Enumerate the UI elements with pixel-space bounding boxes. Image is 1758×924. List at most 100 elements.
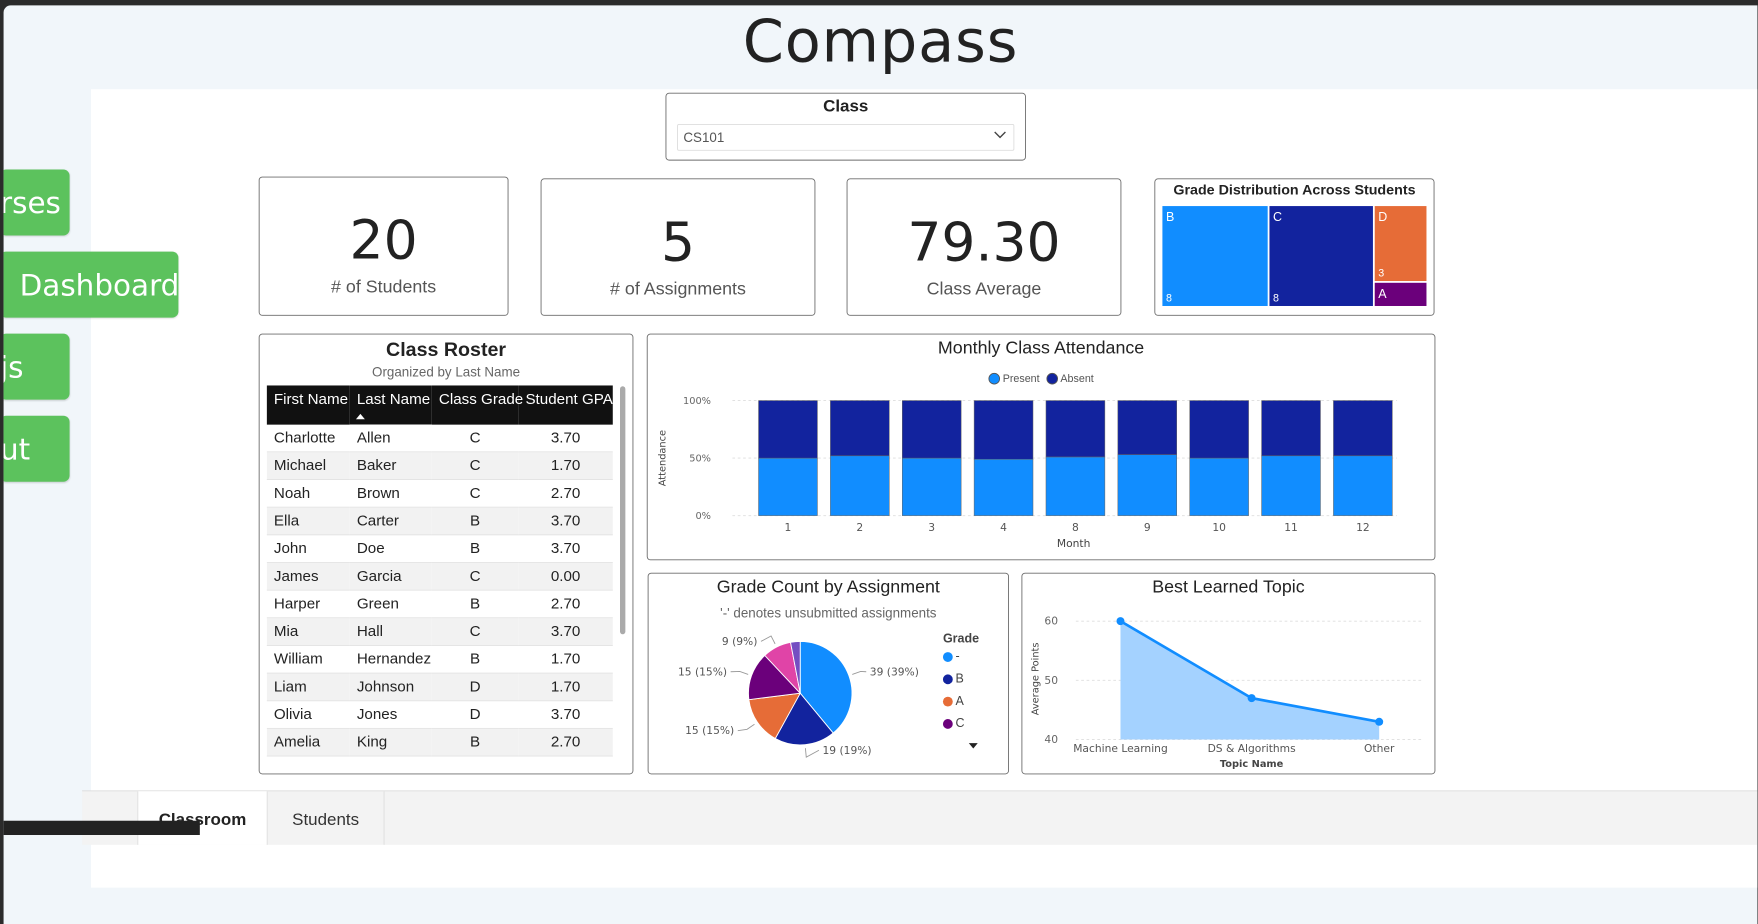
class-filter-title: Class [823,97,869,116]
present-bar [1189,457,1249,516]
table-cell: Hall [349,617,432,646]
app-title: Compass [742,7,1019,76]
pie-leader-line [730,670,749,675]
table-cell: Ava [266,756,350,765]
y-tick-label: 40 [1044,733,1058,746]
best-topic-card: Best Learned Topic 40 50 60 Machine Learnin… [1021,572,1436,775]
pie-leader-line [804,748,820,758]
treemap-cell-a[interactable]: A [1374,282,1427,306]
legend-scroll-down-icon[interactable] [968,738,979,752]
x-tick-label: 8 [1072,521,1079,534]
nav-courses-label: rses [3,185,61,220]
data-point [1247,694,1256,703]
tab-students[interactable]: Students [268,791,385,845]
treemap-cell-d[interactable]: D 3 [1374,206,1427,282]
grade-legend-item[interactable]: - [942,648,979,663]
x-axis-title: Topic Name [1220,759,1284,770]
table-row[interactable]: Olivia Jones D 3.70 [266,700,613,729]
table-cell: D [431,673,519,702]
table-cell: Green [349,590,432,619]
treemap-cell-b-value: 8 [1165,291,1172,305]
table-cell: 1.70 [518,645,613,674]
table-row[interactable]: Mia Hall C 3.70 [266,617,613,646]
table-cell: Harper [266,590,350,619]
students-kpi-card: 20 # of Students [258,176,509,316]
treemap-cell-a-label: A [1378,286,1387,301]
table-cell: 3.70 [518,617,613,646]
roster-col-last-name[interactable]: Last Name [349,385,432,425]
table-cell: 2.70 [518,590,613,619]
table-cell: Lee [349,756,432,765]
students-kpi-value: 20 [349,209,418,273]
table-row[interactable]: Charlotte Allen C 3.70 [266,424,613,453]
taskbar-strip [3,820,200,836]
roster-col-class-grade[interactable]: Class Grade [431,385,523,425]
legend-dot-icon [942,651,953,662]
grade-distribution-card: Grade Distribution Across Students B 8 C… [1154,178,1435,316]
nav-logout-label: ut [4,431,31,467]
y-tick-label: 60 [1044,615,1058,628]
table-cell: 0.00 [518,562,613,591]
table-row[interactable]: Harper Green B 2.70 [266,590,613,619]
treemap-cell-b[interactable]: B 8 [1162,206,1268,306]
roster-subtitle: Organized by Last Name [372,364,521,381]
table-row[interactable]: AvaLeeC2.70 [266,756,613,765]
table-cell: Ella [266,507,350,536]
nav-logout-button[interactable]: ut [3,415,70,482]
assignments-kpi-card: 5 # of Assignments [540,178,816,316]
grade-legend-item[interactable]: C [942,715,979,730]
nav-dashboard-label: Dashboard [19,267,180,302]
absent-bar [1189,400,1249,459]
table-row[interactable]: Noah Brown C 2.70 [266,479,613,508]
grade-legend-label: - [955,648,960,663]
assignments-kpi-value: 5 [660,211,696,274]
grade-legend-item[interactable]: B [942,670,979,686]
present-bar [973,458,1034,516]
table-cell: 2.70 [518,756,613,765]
tab-classroom[interactable]: Classroom [137,791,268,845]
nav-dashboard-button[interactable]: Dashboard [3,251,180,318]
table-cell: Allen [349,424,432,453]
table-row[interactable]: Liam Johnson D 1.70 [266,673,613,702]
treemap-cell-b-label: B [1165,209,1175,224]
class-filter-dropdown[interactable]: CS101 [677,124,1015,151]
absent-bar [1117,400,1177,455]
pie-data-label: 9 (9%) [722,635,758,648]
table-row[interactable]: William Hernandez B 1.70 [266,645,613,674]
average-kpi-value: 79.30 [907,211,1061,274]
treemap-cell-c[interactable]: C 8 [1269,206,1373,306]
table-cell: C [431,424,519,453]
y-axis-title: Attendance [658,430,669,486]
roster-table: First Name Last Name Class Grade Student… [266,385,613,765]
table-cell: C [431,756,519,765]
table-row[interactable]: John Doe B 3.70 [266,534,613,563]
table-row[interactable]: Michael Baker C 1.70 [266,451,613,480]
grade-legend-label: B [955,670,964,686]
table-cell: Doe [349,534,432,563]
grade-legend-item[interactable]: A [942,693,979,707]
table-cell: Mia [266,617,350,646]
table-row[interactable]: James Garcia C 0.00 [266,562,613,591]
roster-col-first-name[interactable]: First Name [266,385,350,425]
pie-data-label: 15 (15%) [678,665,727,678]
roster-scrollbar[interactable] [620,386,626,635]
attendance-chart: 100%50%0%1 2 3 4 8 9 10 11 12MonthAttendance [658,396,1398,550]
table-row[interactable]: Ella Carter B 3.70 [266,507,613,536]
table-cell: 3.70 [518,424,613,453]
x-tick-label: Other [1364,742,1395,755]
y-tick-label: 50 [1044,674,1058,687]
table-cell: B [431,645,519,674]
present-bar [1045,456,1106,516]
present-bar [1261,455,1321,516]
data-point [1116,617,1125,626]
table-cell: Jones [349,700,432,729]
best-topic-chart: 40 50 60 Machine Learning DS & Algorithms Oth… [1030,615,1424,770]
nav-settings-button[interactable]: js [3,333,70,400]
table-row[interactable]: Amelia King B 2.70 [266,728,613,757]
x-tick-label: 12 [1356,521,1370,534]
nav-courses-button[interactable]: rses [3,169,70,236]
present-bar [830,455,890,516]
table-cell: 1.70 [518,451,613,480]
sort-ascending-icon [355,407,366,425]
roster-col-student-gpa[interactable]: Student GPA [518,385,613,425]
